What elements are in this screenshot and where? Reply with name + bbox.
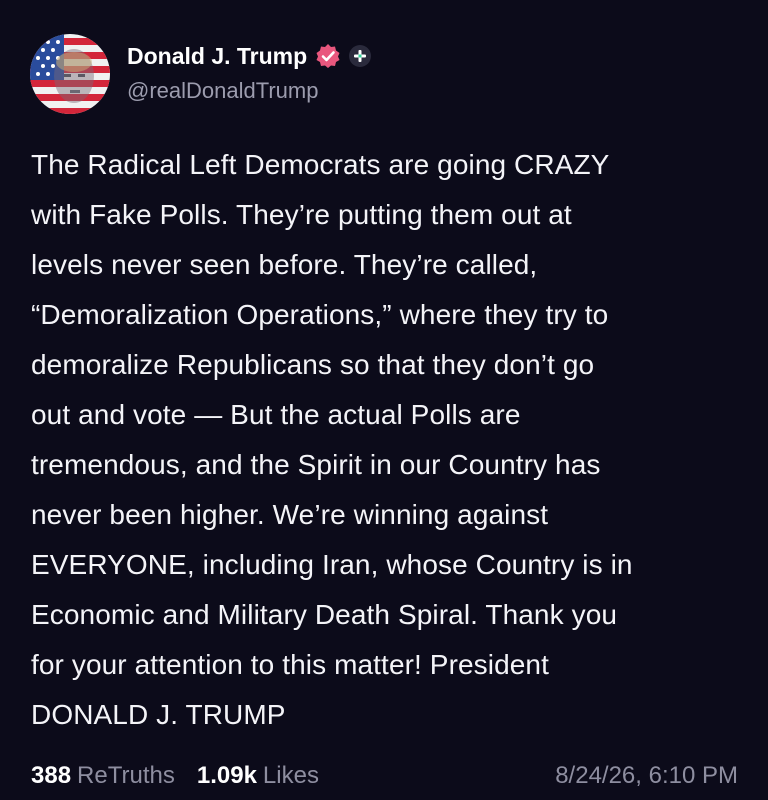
likes-label: Likes — [262, 762, 319, 789]
author-handle[interactable]: @realDonaldTrump — [127, 78, 318, 104]
likes-stat[interactable]: 1.09k Likes — [197, 762, 319, 790]
author-name-row: Donald J. Trump — [127, 40, 372, 72]
avatar[interactable] — [30, 34, 110, 114]
plus-badge-icon — [349, 45, 372, 67]
verified-badge-icon — [315, 43, 341, 69]
post-body-text: The Radical Left Democrats are going CRA… — [31, 149, 633, 730]
truth-post: Donald J. Trump @realDonaldTrump The Rad… — [0, 0, 768, 800]
avatar-image — [30, 34, 110, 114]
likes-count: 1.09k — [196, 762, 257, 789]
retruths-count: 388 — [31, 762, 72, 789]
post-footer: 388 ReTruths 1.09k Likes 8/24/26, 6:10 P… — [31, 758, 738, 794]
post-timestamp[interactable]: 8/24/26, 6:10 PM — [555, 762, 738, 790]
retruths-stat[interactable]: 388 ReTruths — [31, 762, 175, 790]
retruths-label: ReTruths — [77, 762, 175, 789]
author-display-name[interactable]: Donald J. Trump — [127, 43, 307, 70]
